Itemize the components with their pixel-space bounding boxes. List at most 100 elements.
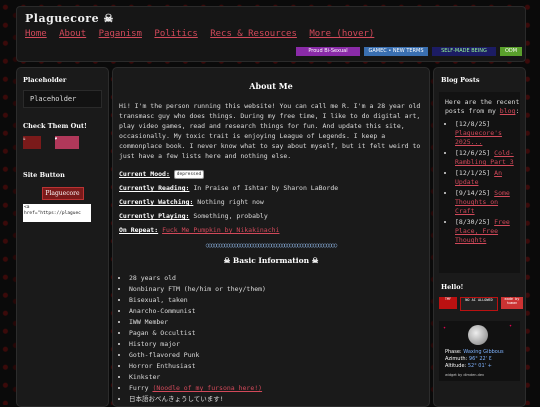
post-link[interactable]: Plaguecore's 2025... [455, 129, 502, 146]
list-item: 28 years old [129, 273, 429, 284]
friend-buttons: ☠ ♥ [23, 136, 108, 155]
badge-odm[interactable]: ODM [500, 47, 522, 56]
list-item: Bisexual, taken [129, 295, 429, 306]
placeholder-box: Placeholder [23, 90, 102, 108]
list-item: Kinkster [129, 372, 429, 383]
friend-button-2[interactable]: ♥ [54, 136, 79, 149]
mood-badge: depressed [173, 169, 205, 179]
list-item: Horror Enthusiast [129, 361, 429, 372]
badge-gamec[interactable]: GAMEC • NEW TERMS [364, 47, 428, 56]
fursona-link[interactable]: (Noodle of my fursona here!) [153, 384, 263, 392]
azimuth-label: Azimuth: [445, 356, 468, 362]
mood-label: Current Mood: [119, 170, 170, 178]
placeholder-title: Placeholder [23, 76, 67, 84]
main-content: About Me Hi! I'm the person running this… [112, 67, 430, 407]
about-me-intro: Hi! I'm the person running this website!… [119, 102, 421, 160]
altitude-value: 52° 01' + [467, 363, 492, 369]
post-date: [12/8/25] [455, 120, 491, 128]
post-date: [8/30/25] [455, 218, 491, 226]
moon-azimuth: Azimuth: 96° 22' Ɛ [445, 356, 492, 362]
blog-posts-title: Blog Posts [441, 76, 480, 84]
moon-altitude: Altitude: 52° 01' + [445, 363, 492, 369]
hello-buttons: TMF NO AI ALLOWED made by human [439, 297, 525, 311]
currently-reading: Currently Reading: In Praise of Ishtar b… [119, 183, 423, 193]
basic-info-title: ☠ Basic Information ☠ [113, 256, 429, 265]
phase-label: Phase: [445, 349, 462, 355]
right-sidebar: Blog Posts Here are the recent posts fro… [433, 67, 526, 407]
site-title: Plaguecore ☠ [25, 12, 114, 25]
list-item: IWW Member [129, 317, 429, 328]
reading-value: In Praise of Ishtar by Sharon LaBorde [193, 184, 339, 192]
list-item: [12/8/25] Plaguecore's 2025... [455, 120, 520, 147]
list-item: 日本語おべんきょうしています! [129, 394, 429, 405]
list-item: Goth-flavored Punk [129, 350, 429, 361]
chain-divider: ○○○○○○○○○○○○○○○○○○○○○○○○○○○○○○○○○○○○○○○○… [205, 242, 338, 249]
badge-self-made-being[interactable]: SELF-MADE BEING [432, 47, 496, 56]
on-repeat: On Repeat: Fuck Me Pumpkin by Nikakinach… [119, 225, 423, 235]
list-item: [12/1/25] An Update [455, 169, 520, 187]
header-badges: Proud Bi-Sexual GAMEC • NEW TERMS SELF-M… [296, 47, 522, 56]
nav-politics[interactable]: Politics [154, 29, 197, 39]
recent-intro-colon: : [515, 107, 520, 115]
moon-credit: widget by dimden.dev [445, 373, 485, 377]
playing-value: Something, probably [193, 212, 268, 220]
list-item: [9/14/25] Some Thoughts on Craft [455, 189, 520, 216]
site-title-text: Plaguecore [25, 12, 100, 25]
check-them-out-title: Check Them Out! [23, 122, 87, 130]
furry-text: Furry [129, 384, 149, 392]
altitude-label: Altitude: [445, 363, 467, 369]
no-ai-button[interactable]: NO AI ALLOWED [460, 297, 498, 311]
azimuth-value: 96° 22' Ɛ [468, 356, 492, 362]
moon-phase: Phase: Waxing Gibbous [445, 349, 504, 355]
list-item: [12/6/25] Cold-Rambling Part 3 [455, 149, 520, 167]
nav-recs-resources[interactable]: Recs & Resources [210, 29, 297, 39]
basic-info-title-text: Basic Information [232, 256, 310, 265]
nav-about[interactable]: About [59, 29, 86, 39]
list-item-furry: Furry (Noodle of my fursona here!) [129, 383, 429, 394]
recent-posts-list: [12/8/25] Plaguecore's 2025... [12/6/25]… [445, 120, 520, 245]
watching-label: Currently Watching: [119, 198, 194, 206]
nav-paganism[interactable]: Paganism [99, 29, 142, 39]
reading-label: Currently Reading: [119, 184, 190, 192]
site-button-title: Site Button [23, 171, 65, 179]
moon-widget: ✦ ✦ Phase: Waxing Gibbous Azimuth: 96° 2… [439, 321, 520, 381]
moon-icon [468, 325, 488, 345]
main-nav: Home About Paganism Politics Recs & Reso… [25, 29, 381, 39]
phase-value: Waxing Gibbous [463, 349, 504, 355]
made-by-human-button[interactable]: made by human [501, 297, 523, 309]
tmf-button[interactable]: TMF [439, 297, 457, 309]
basic-info-list: 28 years old Nonbinary FTM (he/him or th… [113, 273, 429, 405]
site-header: Plaguecore ☠ Home About Paganism Politic… [16, 6, 526, 62]
currently-playing: Currently Playing: Something, probably [119, 211, 423, 221]
site-button-image[interactable]: Plaguecore [41, 187, 84, 200]
watching-value: Nothing right now [197, 198, 264, 206]
friend-button-1[interactable]: ☠ [23, 136, 41, 149]
list-item: Anarcho-Communist [129, 306, 429, 317]
list-item: History major [129, 339, 429, 350]
playing-label: Currently Playing: [119, 212, 190, 220]
list-item: Pagan & Occultist [129, 328, 429, 339]
currently-watching: Currently Watching: Nothing right now [119, 197, 423, 207]
site-button-code[interactable]: <a href="https://plaguec [23, 204, 91, 222]
star-icon: ✦ [443, 325, 447, 331]
badge-proud-bisexual[interactable]: Proud Bi-Sexual [296, 47, 360, 56]
current-mood: Current Mood: depressed [119, 169, 423, 179]
post-date: [12/6/25] [455, 149, 491, 157]
recent-posts-box: Here are the recent posts from my blog: … [439, 92, 520, 273]
ghost-icon: ☠ [311, 256, 319, 265]
star-icon: ✦ [509, 323, 513, 329]
repeat-label: On Repeat: [119, 226, 159, 234]
repeat-link[interactable]: Fuck Me Pumpkin by Nikakinachi [162, 226, 279, 234]
ghost-icon: ☠ [103, 12, 114, 25]
nav-more[interactable]: More (hover) [309, 29, 374, 39]
left-sidebar: Placeholder Placeholder Check Them Out! … [16, 67, 109, 407]
post-date: [9/14/25] [455, 189, 491, 197]
about-me-title: About Me [249, 81, 293, 91]
list-item: [8/30/25] Free Place, Free Thoughts [455, 218, 520, 245]
blog-link[interactable]: blog [500, 107, 516, 115]
nav-home[interactable]: Home [25, 29, 47, 39]
post-date: [12/1/25] [455, 169, 491, 177]
hello-title: Hello! [441, 283, 464, 291]
list-item: Nonbinary FTM (he/him or they/them) [129, 284, 429, 295]
ghost-icon: ☠ [223, 256, 231, 265]
